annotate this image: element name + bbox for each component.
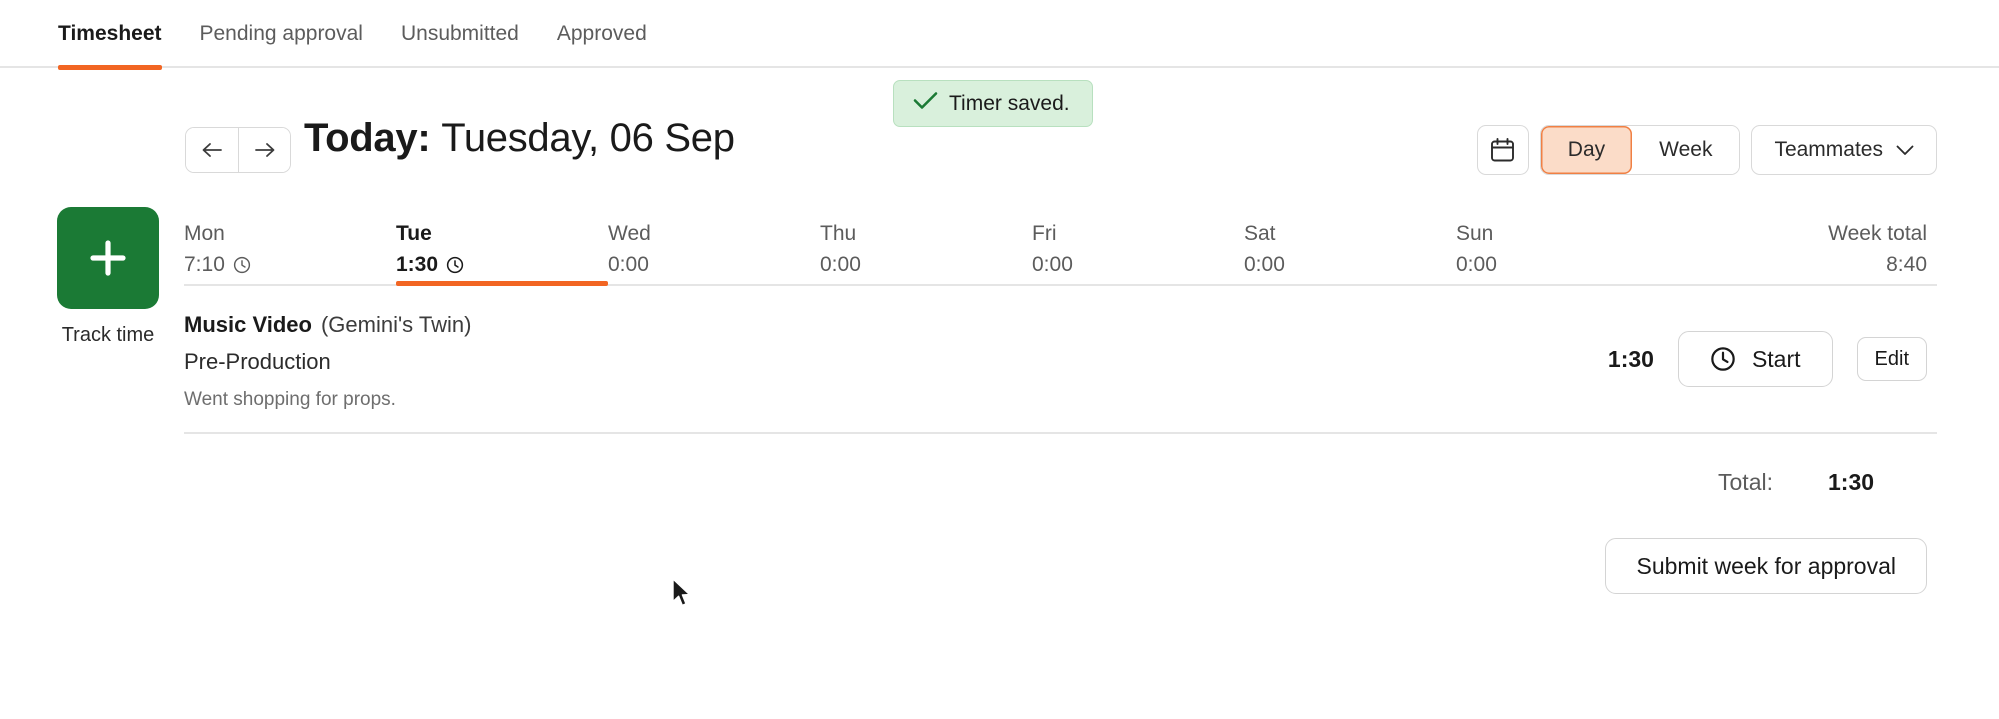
day-name: Sat	[1244, 222, 1276, 245]
week-day-strip: Mon 7:10 Tue 1:30 Wed 0:00 Thu 0:00 Fri …	[184, 196, 1937, 286]
submit-week-label: Submit week for approval	[1636, 552, 1896, 579]
day-total-value: 0:00	[608, 253, 649, 277]
day-total: 0:00	[608, 253, 820, 277]
view-mode-week-label: Week	[1659, 138, 1713, 161]
week-day-sat[interactable]: Sat 0:00	[1244, 196, 1456, 284]
track-time-label: Track time	[61, 324, 155, 346]
week-day-wed[interactable]: Wed 0:00	[608, 196, 820, 284]
week-total-value: 8:40	[1886, 253, 1927, 276]
week-total-label: Week total	[1828, 222, 1927, 245]
teammates-dropdown[interactable]: Teammates	[1751, 125, 1937, 175]
arrow-right-icon	[254, 143, 274, 157]
day-name: Sun	[1456, 222, 1494, 245]
day-total-value: 0:00	[1456, 253, 1497, 277]
tab-label: Approved	[556, 22, 647, 45]
day-name: Fri	[1032, 222, 1057, 245]
toast-message: Timer saved.	[949, 91, 1070, 115]
time-entry-row: Music Video (Gemini's Twin) Pre-Productio…	[184, 286, 1937, 434]
page-title: Today: Tuesday, 06 Sep	[304, 116, 735, 161]
time-entry-details: Music Video (Gemini's Twin) Pre-Productio…	[184, 306, 1608, 413]
week-day-mon[interactable]: Mon 7:10	[184, 196, 396, 284]
view-mode-segmented-control: Day Week	[1539, 125, 1741, 175]
tab-label: Unsubmitted	[400, 22, 519, 45]
day-total: 0:00	[1244, 253, 1456, 277]
edit-entry-label: Edit	[1874, 347, 1909, 370]
time-entry-project: Music Video	[184, 311, 312, 337]
start-timer-label: Start	[1751, 345, 1801, 372]
submit-row: Submit week for approval	[184, 538, 1937, 594]
track-time-button[interactable]	[57, 207, 159, 309]
day-name: Mon	[184, 222, 225, 245]
day-total-value: 7:10	[184, 253, 225, 277]
tab-pending-approval[interactable]: Pending approval	[200, 0, 363, 68]
time-entry-task: Pre-Production	[184, 349, 331, 375]
timesheet-table: Mon 7:10 Tue 1:30 Wed 0:00 Thu 0:00 Fri …	[184, 196, 1937, 594]
timesheet-page: Timesheet Pending approval Unsubmitted A…	[0, 0, 1999, 719]
edit-entry-button[interactable]: Edit	[1856, 337, 1927, 381]
day-total-value: 0:00	[1032, 253, 1073, 277]
next-day-button[interactable]	[238, 128, 290, 172]
check-icon	[913, 91, 938, 116]
calendar-picker-button[interactable]	[1476, 125, 1529, 175]
plus-icon	[90, 240, 126, 276]
day-total: 7:10	[184, 253, 396, 277]
day-total: 0:00	[1032, 253, 1244, 277]
page-title-prefix: Today:	[304, 116, 431, 160]
view-mode-week[interactable]: Week	[1632, 126, 1740, 174]
clock-icon	[233, 257, 250, 274]
day-total: 1:30	[396, 253, 608, 277]
date-pager	[185, 127, 291, 173]
tab-approved[interactable]: Approved	[557, 0, 647, 68]
day-total: 0:00	[820, 253, 1032, 277]
calendar-icon	[1491, 138, 1515, 162]
day-name: Thu	[820, 222, 857, 245]
day-total-value: 1:30	[396, 253, 439, 277]
teammates-dropdown-label: Teammates	[1774, 138, 1883, 161]
clock-icon	[1711, 347, 1735, 371]
toast-notification: Timer saved.	[893, 80, 1093, 127]
time-entry-actions: 1:30 Start Edit	[1608, 331, 1927, 387]
clock-icon	[446, 256, 464, 274]
day-total: 0:00	[1456, 253, 1668, 277]
week-day-fri[interactable]: Fri 0:00	[1032, 196, 1244, 284]
week-day-thu[interactable]: Thu 0:00	[820, 196, 1032, 284]
header-controls: Day Week Teammates	[1476, 125, 1937, 175]
day-total-row-label: Total:	[1718, 468, 1773, 495]
time-entry-client: (Gemini's Twin)	[320, 311, 472, 337]
week-day-sun[interactable]: Sun 0:00	[1456, 196, 1668, 284]
time-entry-project-line: Music Video (Gemini's Twin)	[184, 310, 1608, 340]
tab-timesheet[interactable]: Timesheet	[58, 0, 162, 70]
day-total-value: 0:00	[1244, 253, 1285, 277]
day-name: Tue	[396, 222, 432, 245]
tab-label: Timesheet	[58, 22, 162, 45]
week-total: Week total 8:40	[1828, 196, 1937, 284]
main-tab-bar: Timesheet Pending approval Unsubmitted A…	[0, 0, 1999, 70]
submit-week-button[interactable]: Submit week for approval	[1605, 538, 1927, 594]
chevron-down-icon	[1896, 145, 1914, 155]
arrow-left-icon	[202, 143, 222, 157]
time-entry-note: Went shopping for props.	[184, 388, 396, 410]
day-name: Wed	[608, 222, 651, 245]
week-day-tue[interactable]: Tue 1:30	[396, 196, 608, 286]
time-entry-duration: 1:30	[1607, 345, 1654, 372]
day-total-value: 0:00	[820, 253, 861, 277]
previous-day-button[interactable]	[186, 128, 238, 172]
day-total-row-value: 1:30	[1828, 468, 1875, 495]
timesheet-header: Timer saved. Today: Tuesday, 06 Sep Day …	[0, 68, 1999, 196]
tab-unsubmitted[interactable]: Unsubmitted	[401, 0, 519, 68]
page-title-date: Tuesday, 06 Sep	[441, 116, 735, 160]
view-mode-day-label: Day	[1567, 138, 1606, 161]
view-mode-day[interactable]: Day	[1540, 126, 1633, 174]
start-timer-button[interactable]: Start	[1677, 331, 1833, 387]
track-time-control: Track time	[57, 207, 159, 347]
day-total-row: Total: 1:30	[184, 434, 1937, 530]
tab-label: Pending approval	[199, 22, 363, 45]
